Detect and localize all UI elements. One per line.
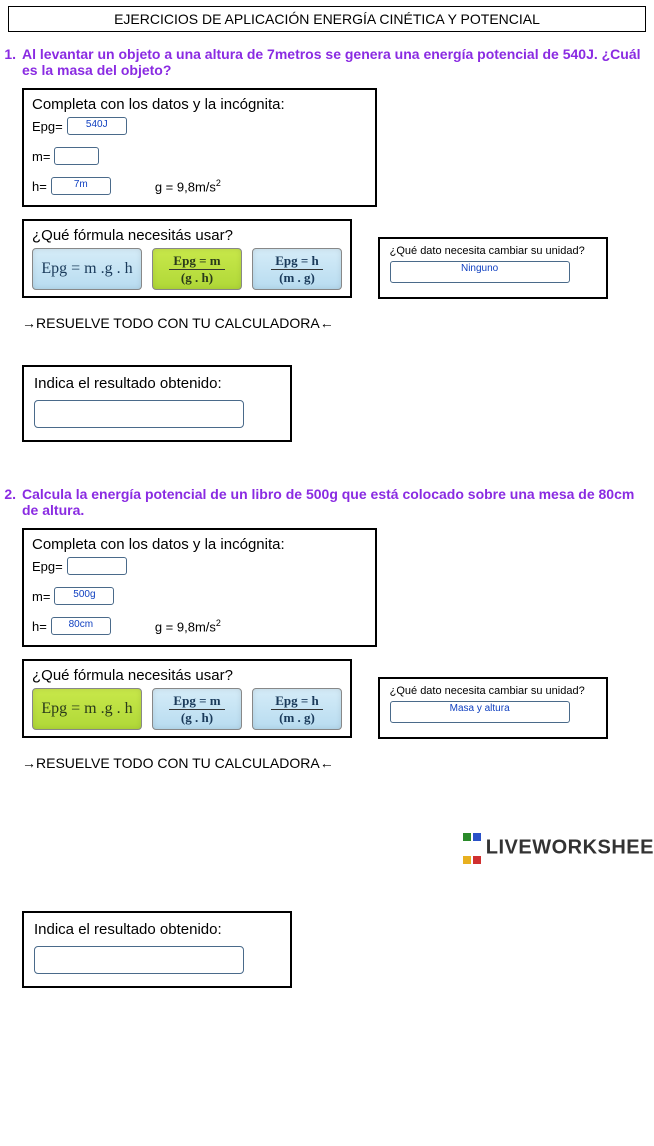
q1-result-label: Indica el resultado obtenido:	[34, 375, 280, 392]
q2-data-box: Completa con los datos y la incógnita: E…	[22, 528, 377, 647]
q2-g-label: g = 9,8m/s2	[155, 618, 221, 634]
q2-epg-input[interactable]	[67, 557, 127, 575]
q2-result-box: Indica el resultado obtenido:	[22, 911, 292, 988]
q2-formula-option-1[interactable]: Epg = m .g . h	[32, 688, 142, 730]
question-1: 1. Al levantar un objeto a una altura de…	[0, 42, 654, 84]
q2-text: Calcula la energía potencial de un libro…	[22, 486, 642, 518]
q2-resolve-instruction: →RESUELVE TODO CON TU CALCULADORA←	[22, 755, 654, 771]
q1-formula-option-2[interactable]: Epg = m (g . h)	[152, 248, 242, 290]
page-title: EJERCICIOS DE APLICACIÓN ENERGÍA CINÉTIC…	[8, 6, 646, 32]
q1-resolve-instruction: →RESUELVE TODO CON TU CALCULADORA←	[22, 315, 654, 331]
q2-m-label: m=	[32, 589, 50, 604]
q1-unit-input[interactable]: Ninguno	[390, 261, 570, 283]
q1-epg-input[interactable]: 540J	[67, 117, 127, 135]
q1-m-input[interactable]	[54, 147, 99, 165]
q1-number: 1.	[0, 46, 22, 78]
q1-unit-question: ¿Qué dato necesita cambiar su unidad?	[390, 245, 596, 257]
q1-result-box: Indica el resultado obtenido:	[22, 365, 292, 442]
q2-result-label: Indica el resultado obtenido:	[34, 921, 280, 938]
q1-epg-label: Epg=	[32, 119, 63, 134]
q1-unit-box: ¿Qué dato necesita cambiar su unidad? Ni…	[378, 237, 608, 299]
q1-formula-option-3[interactable]: Epg = h (m . g)	[252, 248, 342, 290]
q2-result-input[interactable]	[34, 946, 244, 974]
liveworksheets-logo-icon	[462, 825, 482, 871]
q1-text: Al levantar un objeto a una altura de 7m…	[22, 46, 642, 78]
q1-h-input[interactable]: 7m	[51, 177, 111, 195]
q1-m-label: m=	[32, 149, 50, 164]
q2-data-title: Completa con los datos y la incógnita:	[32, 536, 367, 553]
q1-formula-option-1[interactable]: Epg = m .g . h	[32, 248, 142, 290]
q2-m-input[interactable]: 500g	[54, 587, 114, 605]
q2-formula-option-3[interactable]: Epg = h (m . g)	[252, 688, 342, 730]
q2-formula-question: ¿Qué fórmula necesitás usar?	[32, 667, 342, 684]
q2-formula-option-2[interactable]: Epg = m (g . h)	[152, 688, 242, 730]
q2-formula-box: ¿Qué fórmula necesitás usar? Epg = m .g …	[22, 659, 352, 738]
q1-h-label: h=	[32, 179, 47, 194]
q1-data-box: Completa con los datos y la incógnita: E…	[22, 88, 377, 207]
q1-g-label: g = 9,8m/s2	[155, 178, 221, 194]
q2-h-input[interactable]: 80cm	[51, 617, 111, 635]
q1-data-title: Completa con los datos y la incógnita:	[32, 96, 367, 113]
q2-epg-label: Epg=	[32, 559, 63, 574]
q2-number: 2.	[0, 486, 22, 518]
q2-h-label: h=	[32, 619, 47, 634]
question-2: 2. Calcula la energía potencial de un li…	[0, 482, 654, 524]
q1-formula-question: ¿Qué fórmula necesitás usar?	[32, 227, 342, 244]
q1-formula-box: ¿Qué fórmula necesitás usar? Epg = m .g …	[22, 219, 352, 298]
watermark: LIVEWORKSHEE	[0, 795, 654, 901]
q2-unit-input[interactable]: Masa y altura	[390, 701, 570, 723]
q2-unit-question: ¿Qué dato necesita cambiar su unidad?	[390, 685, 596, 697]
q2-unit-box: ¿Qué dato necesita cambiar su unidad? Ma…	[378, 677, 608, 739]
q1-result-input[interactable]	[34, 400, 244, 428]
